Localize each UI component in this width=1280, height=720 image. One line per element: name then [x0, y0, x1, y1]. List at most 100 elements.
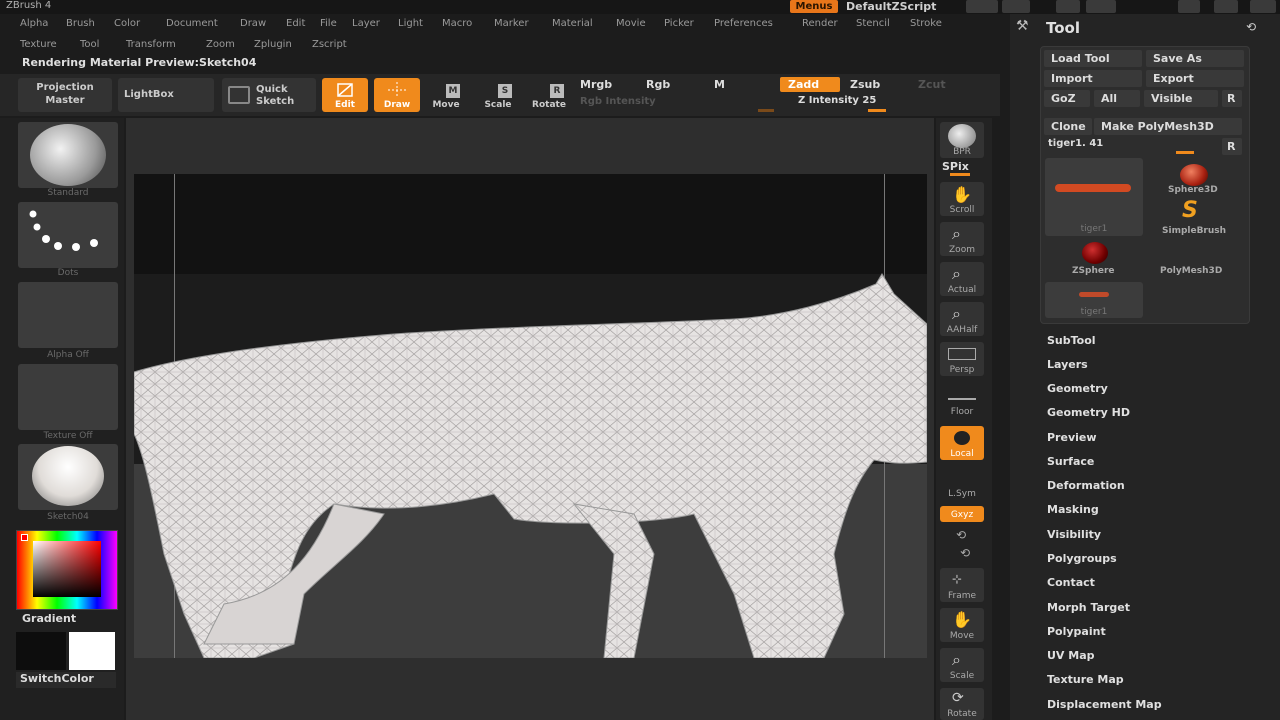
menu-preferences[interactable]: Preferences	[714, 18, 773, 29]
section-contact[interactable]: Contact	[1047, 576, 1095, 589]
persp-button[interactable]: Persp	[940, 342, 984, 376]
menu-macro[interactable]: Macro	[442, 18, 472, 29]
make-polymesh-button[interactable]: Make PolyMesh3D	[1094, 118, 1242, 135]
window-layout-icon[interactable]	[966, 0, 998, 13]
export-button[interactable]: Export	[1146, 70, 1244, 87]
switch-color-button[interactable]: SwitchColor	[16, 672, 116, 688]
section-surface[interactable]: Surface	[1047, 455, 1094, 468]
rgb-toggle[interactable]: Rgb	[646, 78, 670, 91]
projection-master-button[interactable]: Projection Master	[18, 78, 112, 112]
menu-zoom[interactable]: Zoom	[206, 39, 235, 50]
rgb-intensity-thumb[interactable]	[758, 109, 774, 112]
section-displacement-map[interactable]: Displacement Map	[1047, 698, 1162, 711]
section-polypaint[interactable]: Polypaint	[1047, 625, 1106, 638]
gradient-label[interactable]: Gradient	[22, 612, 76, 625]
material-thumbnail[interactable]	[18, 444, 118, 510]
menu-color[interactable]: Color	[114, 18, 140, 29]
tool-r-button[interactable]: R	[1222, 138, 1242, 155]
save-as-button[interactable]: Save As	[1146, 50, 1244, 67]
load-tool-button[interactable]: Load Tool	[1044, 50, 1142, 67]
tool-item-tiger[interactable]: tiger1	[1045, 158, 1143, 236]
lightbox-button[interactable]: LightBox	[118, 78, 214, 112]
bpr-button[interactable]: BPR	[940, 122, 984, 158]
section-visibility[interactable]: Visibility	[1047, 528, 1101, 541]
goz-r-button[interactable]: R	[1222, 90, 1242, 107]
menu-document[interactable]: Document	[166, 18, 218, 29]
zoom-button[interactable]: ⌕ Zoom	[940, 222, 984, 256]
zsub-toggle[interactable]: Zsub	[850, 78, 880, 91]
lsym-button[interactable]: L.Sym	[940, 474, 984, 500]
draw-button[interactable]: Draw	[374, 78, 420, 112]
move-button[interactable]: M Move	[426, 78, 466, 112]
stroke-thumbnail[interactable]	[18, 202, 118, 268]
z-intensity-slider[interactable]: Z Intensity 25	[798, 95, 876, 106]
menu-light[interactable]: Light	[398, 18, 423, 29]
section-texture-map[interactable]: Texture Map	[1047, 673, 1124, 686]
mrgb-toggle[interactable]: Mrgb	[580, 78, 612, 91]
tool-palette-title[interactable]: Tool	[1046, 19, 1080, 37]
zadd-toggle[interactable]: Zadd	[780, 77, 840, 92]
section-uv-map[interactable]: UV Map	[1047, 649, 1095, 662]
move-view-button[interactable]: ✋ Move	[940, 608, 984, 642]
menu-zscript[interactable]: Zscript	[312, 39, 347, 50]
menu-zplugin[interactable]: Zplugin	[254, 39, 292, 50]
maximize-icon[interactable]	[1214, 0, 1238, 13]
menu-movie[interactable]: Movie	[616, 18, 646, 29]
quick-sketch-button[interactable]: Quick Sketch	[222, 78, 316, 112]
aahalf-button[interactable]: ⌕ AAHalf	[940, 302, 984, 336]
section-morph-target[interactable]: Morph Target	[1047, 601, 1130, 614]
menu-transform[interactable]: Transform	[126, 39, 176, 50]
spix-slider[interactable]: SPix	[942, 160, 969, 173]
tool-item-tiger-2[interactable]: tiger1	[1045, 282, 1143, 318]
menu-marker[interactable]: Marker	[494, 18, 529, 29]
close-icon[interactable]	[1250, 0, 1276, 13]
window-layout-icon-2[interactable]	[1002, 0, 1030, 13]
floor-button[interactable]: Floor	[940, 384, 984, 418]
m-toggle[interactable]: M	[714, 78, 725, 91]
z-intensity-thumb[interactable]	[868, 109, 886, 112]
rotate-button[interactable]: R Rotate	[528, 78, 570, 112]
menu-tool[interactable]: Tool	[80, 39, 99, 50]
menu-stroke[interactable]: Stroke	[910, 18, 942, 29]
color-picker[interactable]	[16, 530, 118, 610]
sphere3d-icon[interactable]	[1180, 164, 1208, 186]
rotate-z-icon[interactable]: ⟲	[960, 546, 970, 560]
alpha-thumbnail[interactable]	[18, 282, 118, 348]
local-button[interactable]: Local	[940, 426, 984, 460]
menu-render[interactable]: Render	[802, 18, 838, 29]
scroll-button[interactable]: ✋ Scroll	[940, 182, 984, 216]
section-layers[interactable]: Layers	[1047, 358, 1088, 371]
palette-icon[interactable]	[1056, 0, 1080, 13]
spix-slider-thumb[interactable]	[950, 173, 970, 176]
section-subtool[interactable]: SubTool	[1047, 334, 1096, 347]
color-picker-square[interactable]	[33, 541, 101, 597]
menus-toggle-button[interactable]: Menus	[790, 0, 838, 13]
default-zscript-label[interactable]: DefaultZScript	[846, 0, 936, 13]
menu-stencil[interactable]: Stencil	[856, 18, 890, 29]
menu-material[interactable]: Material	[552, 18, 593, 29]
section-deformation[interactable]: Deformation	[1047, 479, 1125, 492]
menu-layer[interactable]: Layer	[352, 18, 380, 29]
xyz-button[interactable]: Gxyz	[940, 506, 984, 522]
goz-button[interactable]: GoZ	[1044, 90, 1090, 107]
section-masking[interactable]: Masking	[1047, 503, 1099, 516]
palette-refresh-icon[interactable]: ⟲	[1246, 20, 1256, 34]
main-color-swatch[interactable]	[16, 632, 66, 670]
menu-edit[interactable]: Edit	[286, 18, 305, 29]
simplebrush-icon[interactable]: S	[1182, 198, 1198, 223]
all-button[interactable]: All	[1094, 90, 1140, 107]
rotate-y-icon[interactable]: ⟲	[956, 528, 966, 542]
section-geometry-hd[interactable]: Geometry HD	[1047, 406, 1130, 419]
menu-brush[interactable]: Brush	[66, 18, 95, 29]
document-canvas[interactable]	[134, 174, 927, 658]
section-geometry[interactable]: Geometry	[1047, 382, 1108, 395]
frame-button[interactable]: ⊹ Frame	[940, 568, 984, 602]
import-button[interactable]: Import	[1044, 70, 1142, 87]
menu-picker[interactable]: Picker	[664, 18, 694, 29]
menu-file[interactable]: File	[320, 18, 337, 29]
rotate-view-button[interactable]: ⟳ Rotate	[940, 688, 984, 720]
visible-button[interactable]: Visible	[1144, 90, 1218, 107]
zcut-toggle[interactable]: Zcut	[918, 78, 946, 91]
clone-button[interactable]: Clone	[1044, 118, 1092, 135]
edit-button[interactable]: Edit	[322, 78, 368, 112]
